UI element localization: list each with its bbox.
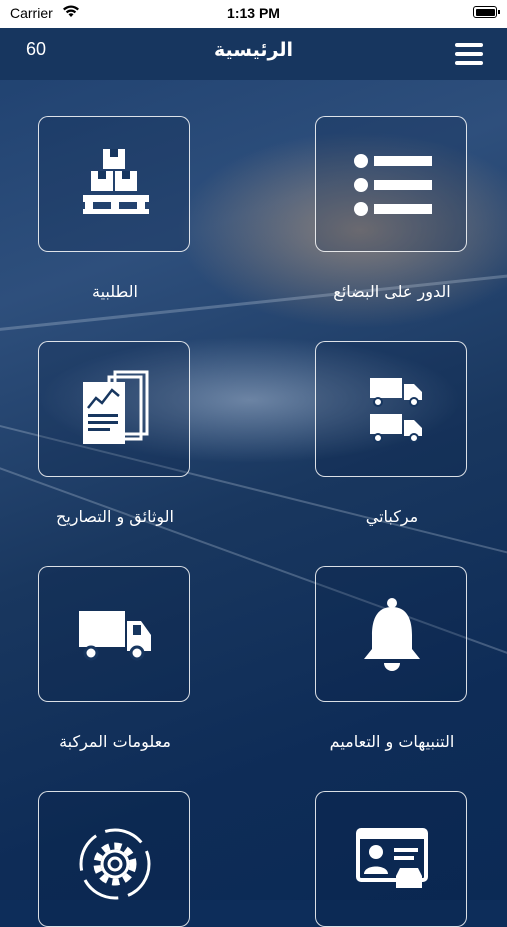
settings-gear-icon	[79, 828, 151, 900]
trucks-icon	[370, 378, 422, 443]
bell-icon	[364, 598, 420, 671]
hamburger-menu-icon[interactable]	[455, 43, 483, 65]
menu-tile-order[interactable]	[38, 116, 190, 252]
menu-label-my-vehicles: مركباتي	[365, 507, 419, 526]
top-navigation-bar: 60 الرئيسية	[0, 28, 507, 80]
menu-label-vehicle-info: معلومات المركبة	[59, 732, 171, 751]
menu-tile-notifications[interactable]	[315, 566, 467, 702]
driver-card-icon	[356, 828, 428, 888]
status-bar: Carrier 1:13 PM	[0, 0, 507, 28]
page-title: الرئيسية	[214, 39, 293, 61]
truck-icon	[79, 611, 151, 661]
menu-tile-documents[interactable]	[38, 341, 190, 477]
menu-tile-driver-card[interactable]	[315, 791, 467, 927]
menu-label-order: الطلبية	[92, 282, 138, 301]
battery-icon	[473, 6, 500, 18]
menu-label-documents: الوثائق و التصاريح	[55, 507, 174, 526]
menu-tile-my-vehicles[interactable]	[315, 341, 467, 477]
menu-tile-goods-queue[interactable]	[315, 116, 467, 252]
menu-label-notifications: التنبيهات و التعاميم	[329, 732, 455, 751]
list-icon	[354, 154, 432, 216]
menu-label-goods-queue: الدور على البضائع	[333, 282, 451, 301]
menu-tile-vehicle-info[interactable]	[38, 566, 190, 702]
documents-icon	[83, 370, 149, 444]
boxes-icon	[83, 149, 149, 214]
menu-tile-settings[interactable]	[38, 791, 190, 927]
status-time: 1:13 PM	[227, 5, 280, 21]
